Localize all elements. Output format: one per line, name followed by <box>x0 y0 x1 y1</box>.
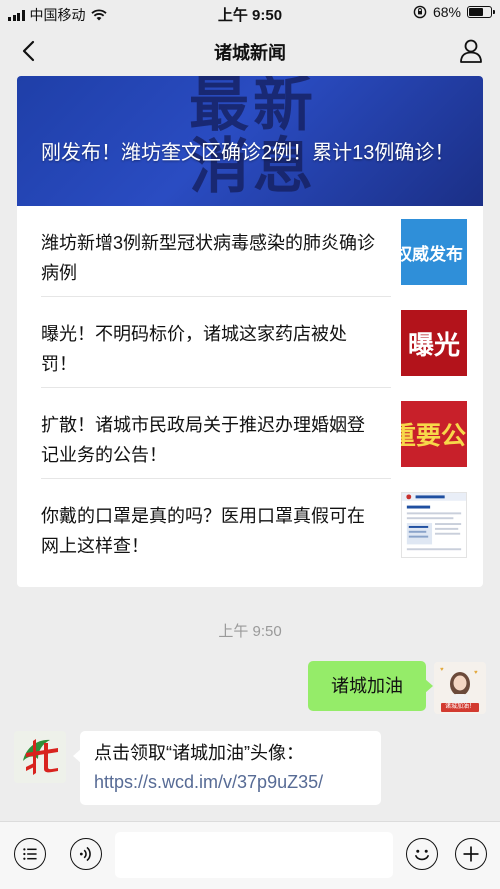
orientation-lock-icon <box>413 5 427 19</box>
article-item-4[interactable]: 你戴的口罩是真的吗？医用口罩真假可在网上这样查！ <box>17 479 483 570</box>
article-thumbnail: 重要公 <box>401 401 467 467</box>
article-thumbnail <box>401 492 467 558</box>
battery-icon <box>467 6 495 18</box>
article-item-2[interactable]: 曝光！不明码标价，诸城这家药店被处罚！ 曝光 <box>17 297 483 388</box>
hero-background-text: 最新消息 <box>189 76 317 202</box>
received-message-bubble: 点击领取“诸城加油”头像： https://s.wcd.im/v/37p9uZ3… <box>73 731 381 805</box>
nav-bar: 诸城新闻 <box>0 26 500 76</box>
svg-text:♥: ♥ <box>440 667 444 673</box>
avatar-link[interactable]: https://s.wcd.im/v/37p9uZ35/ <box>94 768 367 797</box>
emoji-button[interactable] <box>406 838 438 870</box>
article-thumbnail: 曝光 <box>401 310 467 376</box>
article-title: 曝光！不明码标价，诸城这家药店被处罚！ <box>41 324 347 374</box>
zhucheng-logo-icon <box>14 731 66 783</box>
voice-button[interactable] <box>70 838 102 870</box>
status-right: 68% <box>413 4 495 20</box>
user-avatar[interactable]: ♥ ♥ 诸城加油！ <box>434 662 486 714</box>
article-card: 最新消息 刚发布！潍坊奎文区确诊2例！累计13例确诊！ 潍坊新增3例新型冠状病毒… <box>17 76 483 587</box>
status-bar: 中国移动 上午 9:50 68% <box>0 0 500 26</box>
article-thumbnail: 权威发布 <box>401 219 467 285</box>
hero-article[interactable]: 最新消息 刚发布！潍坊奎文区确诊2例！累计13例确诊！ <box>17 76 483 206</box>
thumbnail-text: 曝光 <box>407 329 460 360</box>
avatar-caption: 诸城加油！ <box>444 704 475 710</box>
sent-message-bubble[interactable]: 诸城加油 <box>308 661 433 711</box>
menu-button[interactable] <box>14 838 46 870</box>
article-item-1[interactable]: 潍坊新增3例新型冠状病毒感染的肺炎确诊病例 权威发布 <box>17 206 483 297</box>
svg-text:♥: ♥ <box>474 670 478 676</box>
message-input[interactable] <box>115 832 393 878</box>
thumbnail-text: 权威发布 <box>401 244 463 264</box>
article-item-3[interactable]: 扩散！诸城市民政局关于推迟办理婚姻登记业务的公告！ 重要公 <box>17 388 483 479</box>
article-title: 潍坊新增3例新型冠状病毒感染的肺炎确诊病例 <box>41 233 376 283</box>
page-title: 诸城新闻 <box>214 43 286 63</box>
article-title: 你戴的口罩是真的吗？医用口罩真假可在网上这样查！ <box>41 506 365 556</box>
document-screenshot-icon <box>402 493 466 551</box>
hero-title: 刚发布！潍坊奎文区确诊2例！累计13例确诊！ <box>41 142 455 164</box>
thumbnail-text: 重要公 <box>401 422 467 450</box>
battery-fill <box>469 8 484 16</box>
sender-avatar[interactable] <box>14 731 66 783</box>
battery-percent: 68% <box>432 4 461 20</box>
received-message-text: 点击领取“诸城加油”头像： <box>94 743 304 763</box>
profile-button[interactable] <box>456 36 486 66</box>
input-bar <box>0 821 500 889</box>
message-timestamp: 上午 9:50 <box>218 623 282 640</box>
plus-button[interactable] <box>455 838 487 870</box>
article-title: 扩散！诸城市民政局关于推迟办理婚姻登记业务的公告！ <box>41 415 365 465</box>
